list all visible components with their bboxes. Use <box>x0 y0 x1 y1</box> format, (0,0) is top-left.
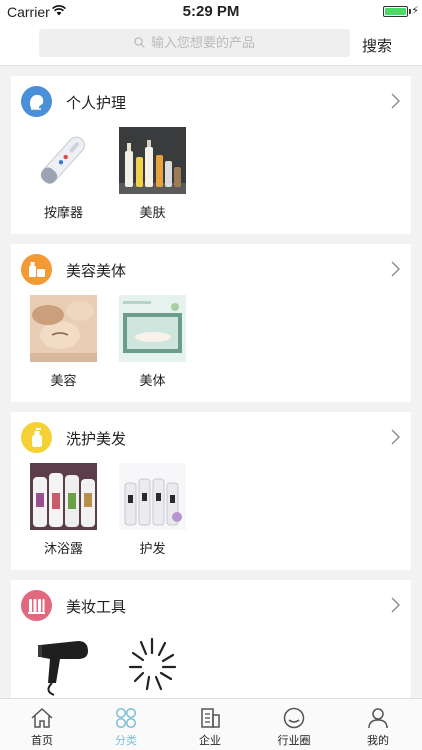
tab-label: 行业圈 <box>277 735 311 747</box>
subcategory-item[interactable]: 美容 <box>30 295 97 389</box>
category-card-beauty-body: 美容美体 美容 美体 <box>11 244 411 402</box>
subcategory-item[interactable] <box>30 631 97 698</box>
tab-mine[interactable]: 我的 <box>336 699 420 750</box>
charging-icon: ⚡ <box>411 5 419 17</box>
category-header[interactable]: 美容美体 <box>11 244 411 294</box>
category-header[interactable]: 美妆工具 <box>11 580 411 630</box>
subcategory-label: 美肤 <box>139 205 166 220</box>
battery-icon <box>383 6 408 17</box>
search-button[interactable]: 搜索 <box>362 35 392 56</box>
category-icon <box>115 707 137 729</box>
subcategory-label: 沐浴露 <box>43 541 83 556</box>
search-icon <box>134 37 145 48</box>
eyelash-curler-image <box>119 631 186 698</box>
category-card-personal-care: 个人护理 按摩器 美肤 <box>11 76 411 234</box>
subcategory-item[interactable]: 护发 <box>119 463 186 557</box>
tab-home[interactable]: 首页 <box>0 699 84 750</box>
hair-care-bottles-image <box>119 463 186 530</box>
body-spa-image <box>119 295 186 362</box>
home-icon <box>31 707 53 728</box>
building-icon <box>201 708 220 728</box>
person-icon <box>368 708 388 729</box>
category-list: 个人护理 按摩器 美肤 美容美体 美容 美体 洗护美发 沐浴露 护发 美妆工具 <box>0 66 422 698</box>
facial-treatment-image <box>30 295 97 362</box>
category-title: 洗护美发 <box>66 431 127 448</box>
search-placeholder: 输入您想要的产品 <box>150 35 255 50</box>
subcategory-label: 美体 <box>139 373 166 388</box>
tab-bar: 首页 分类 企业 行业圈 我的 <box>0 698 422 750</box>
subcategory-label: 美容 <box>50 373 77 388</box>
tab-label: 我的 <box>367 735 389 747</box>
tab-category[interactable]: 分类 <box>84 699 168 750</box>
subcategory-label: 按摩器 <box>43 205 83 220</box>
subcategory-item[interactable]: 按摩器 <box>30 127 97 221</box>
subcategory-item[interactable]: 沐浴露 <box>30 463 97 557</box>
tab-label: 企业 <box>199 735 221 747</box>
chevron-right-icon[interactable] <box>391 93 400 109</box>
tab-enterprise[interactable]: 企业 <box>168 699 252 750</box>
search-input[interactable]: 输入您想要的产品 <box>39 29 350 57</box>
category-title: 美妆工具 <box>66 599 127 616</box>
subcategory-item[interactable] <box>119 631 186 698</box>
chevron-right-icon[interactable] <box>391 597 400 613</box>
massager-image <box>30 127 97 194</box>
brushes-icon <box>21 590 52 621</box>
cosmetic-icon <box>21 254 52 285</box>
category-header[interactable]: 洗护美发 <box>11 412 411 462</box>
shower-gel-image <box>30 463 97 530</box>
tab-industry-circle[interactable]: 行业圈 <box>252 699 336 750</box>
category-card-hair-care: 洗护美发 沐浴露 护发 <box>11 412 411 570</box>
smile-circle-icon <box>283 707 305 729</box>
tab-label: 首页 <box>31 735 53 747</box>
subcategory-item[interactable]: 美肤 <box>119 127 186 221</box>
category-title: 美容美体 <box>66 263 127 280</box>
hair-dryer-image <box>30 631 97 698</box>
clock: 5:29 PM <box>182 3 240 20</box>
category-title: 个人护理 <box>66 95 127 112</box>
face-icon <box>21 86 52 117</box>
search-header: 输入您想要的产品 搜索 <box>0 24 422 66</box>
subcategory-item[interactable]: 美体 <box>119 295 186 389</box>
chevron-right-icon[interactable] <box>391 261 400 277</box>
tab-label: 分类 <box>115 735 137 747</box>
shampoo-bottle-icon <box>21 422 52 453</box>
chevron-right-icon[interactable] <box>391 429 400 445</box>
status-bar: Carrier 5:29 PM ⚡ <box>0 0 422 24</box>
subcategory-label: 护发 <box>139 541 166 556</box>
skincare-bottles-image <box>119 127 186 194</box>
category-card-makeup-tools: 美妆工具 <box>11 580 411 698</box>
category-header[interactable]: 个人护理 <box>11 76 411 126</box>
